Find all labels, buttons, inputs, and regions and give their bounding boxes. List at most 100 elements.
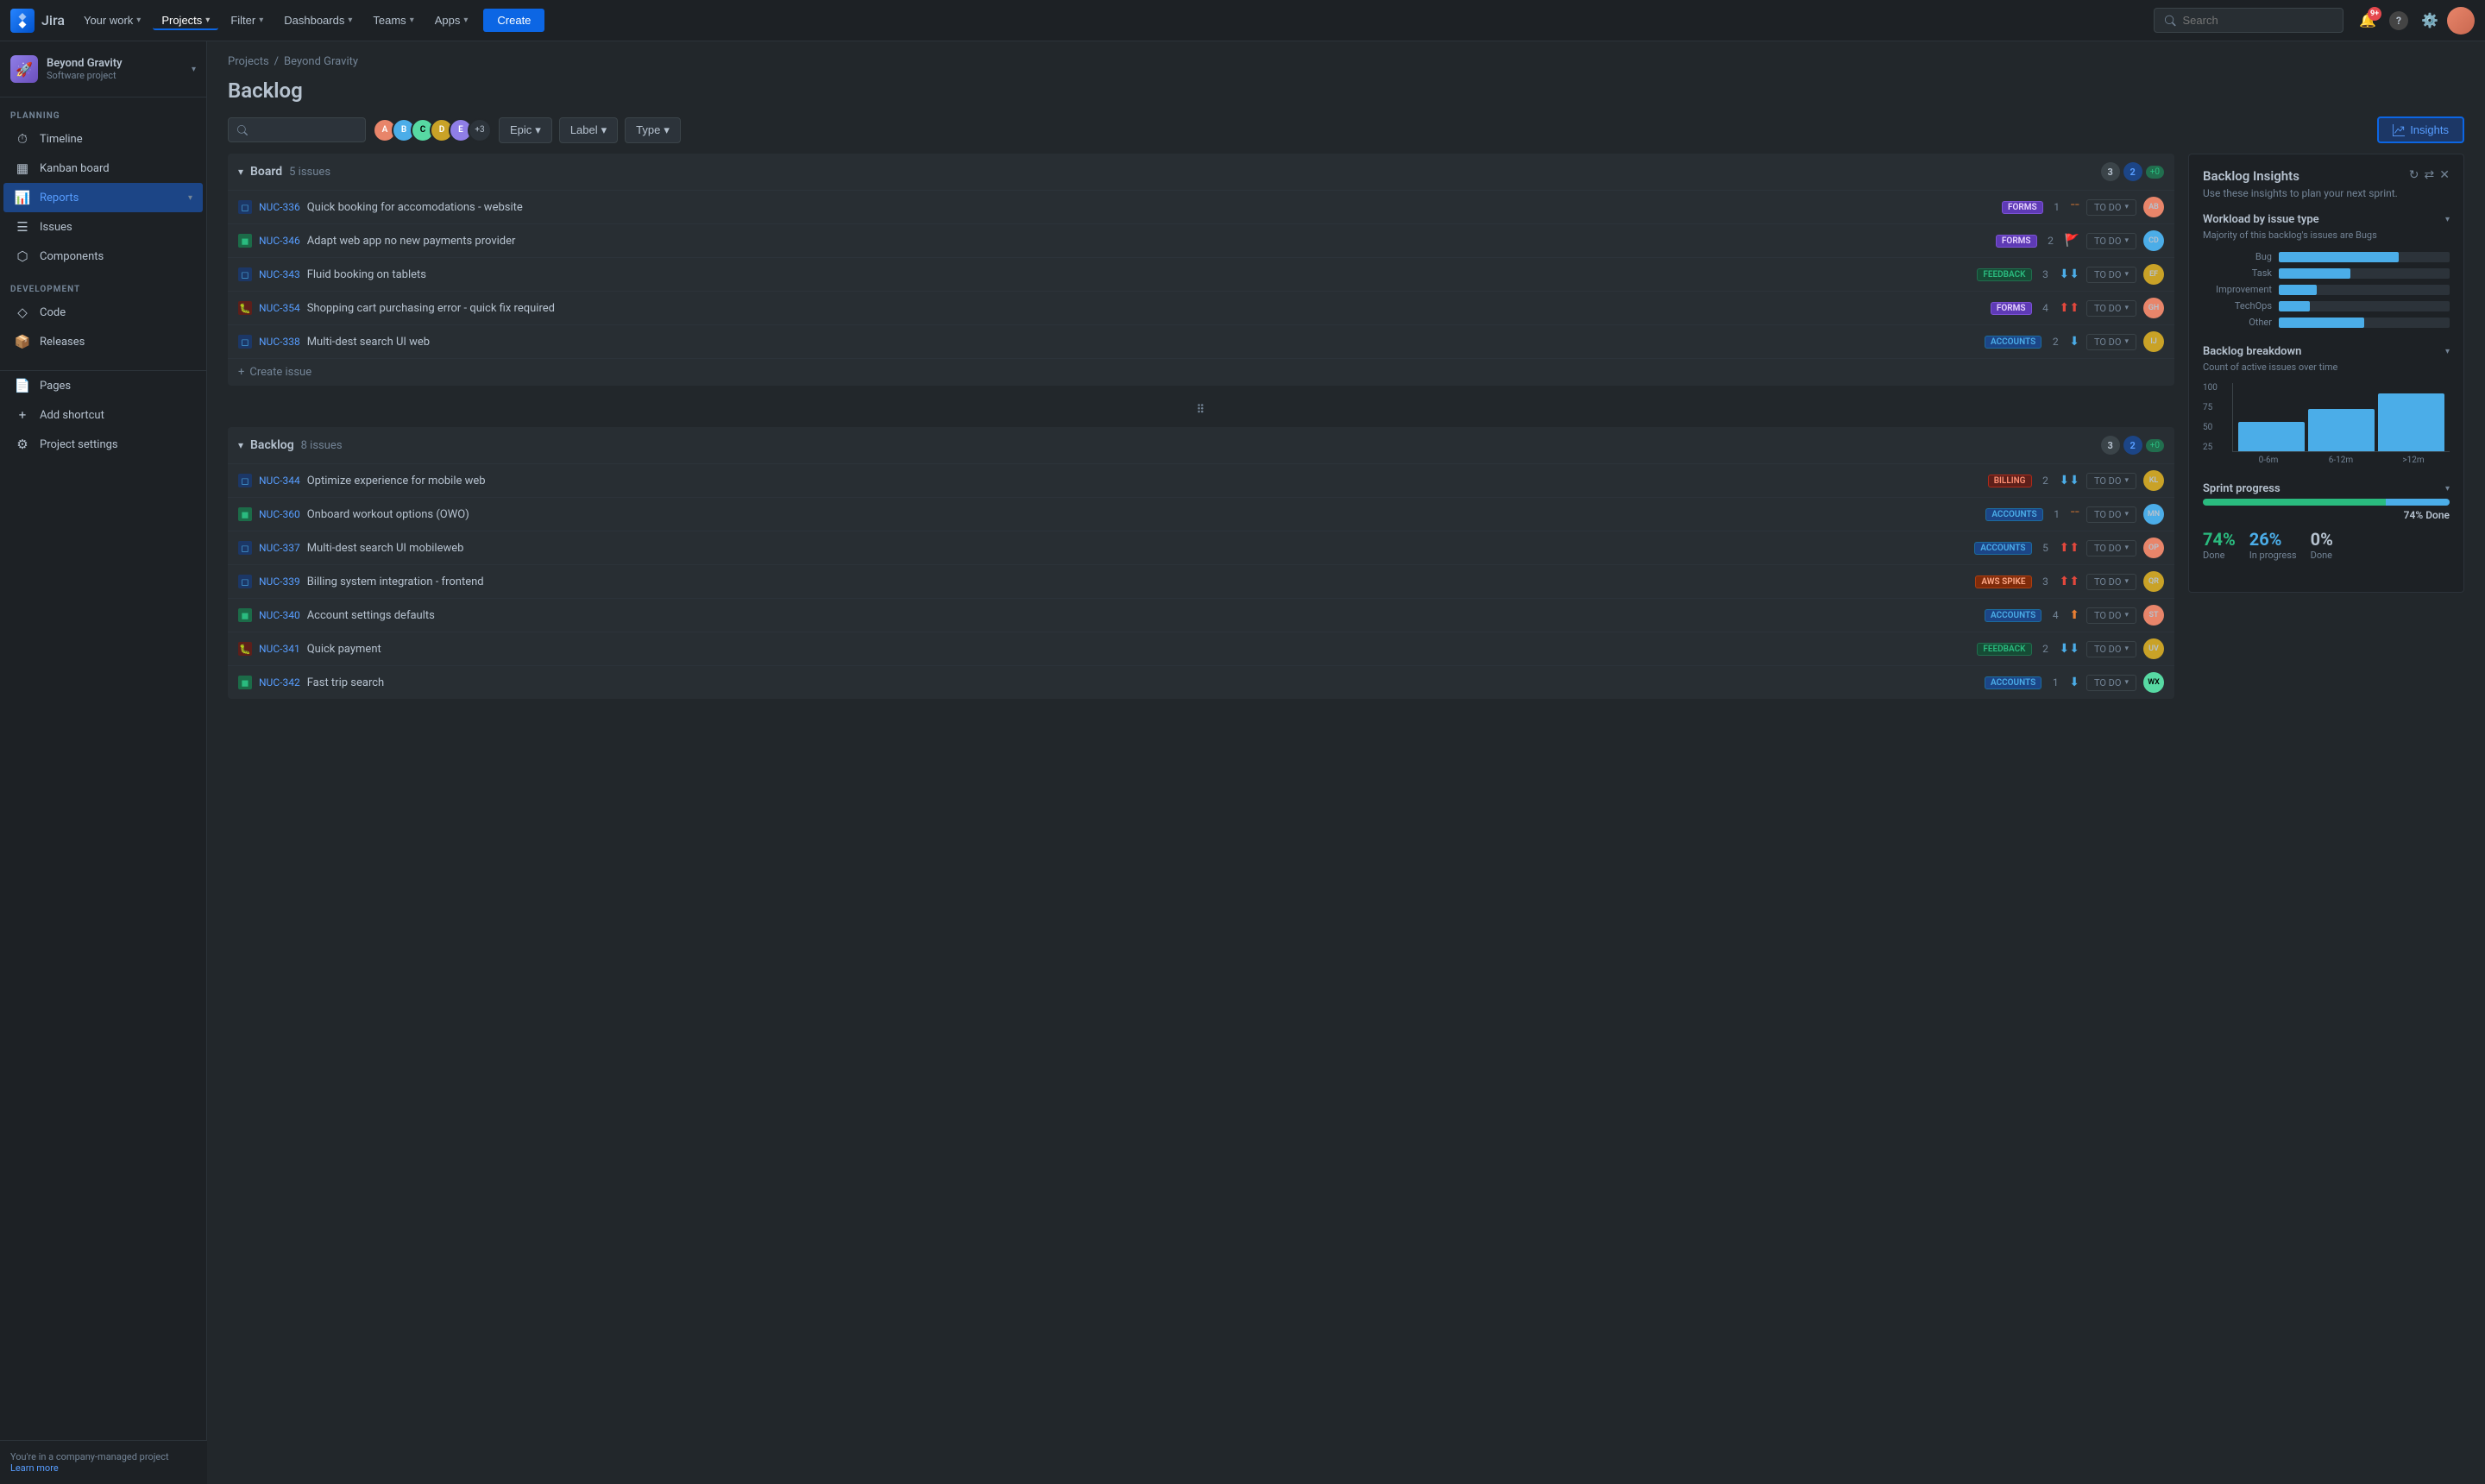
issue-title-354: Shopping cart purchasing error - quick f… [307, 302, 1984, 315]
insights-close-icon[interactable]: ✕ [2439, 168, 2450, 182]
status-336[interactable]: TO DO ▾ [2086, 199, 2136, 216]
apps-menu[interactable]: Apps ▾ [426, 10, 477, 30]
sidebar-item-components[interactable]: ⬡ Components [3, 242, 203, 271]
project-type: Software project [47, 70, 183, 81]
issue-label-344: BILLING [1988, 475, 2032, 487]
workload-bar-chart: Bug Task Improvement TechOps [2203, 251, 2450, 328]
issue-id-360[interactable]: NUC-360 [259, 508, 300, 520]
board-create-issue[interactable]: + Create issue [228, 358, 2174, 386]
issue-id-344[interactable]: NUC-344 [259, 475, 300, 487]
your-work-menu[interactable]: Your work ▾ [75, 10, 149, 30]
search-input[interactable] [2183, 14, 2332, 27]
project-settings-icon: ⚙ [14, 437, 31, 452]
sidebar-item-add-shortcut[interactable]: + Add shortcut [3, 400, 203, 430]
bar-row-other: Other [2203, 317, 2450, 328]
priority-medium-336: ⁻⁻ [2071, 200, 2079, 214]
dashboards-menu[interactable]: Dashboards ▾ [275, 10, 361, 30]
issue-row[interactable]: 🐛 NUC-341 Quick payment FEEDBACK 2 ⬇⬇ TO… [228, 632, 2174, 665]
issue-row[interactable]: ◻ NUC-339 Billing system integration - f… [228, 564, 2174, 598]
sidebar: 🚀 Beyond Gravity Software project ▾ PLAN… [0, 41, 207, 1484]
status-344[interactable]: TO DO ▾ [2086, 473, 2136, 489]
insights-refresh-icon[interactable]: ↻ [2409, 168, 2419, 182]
status-354[interactable]: TO DO ▾ [2086, 300, 2136, 317]
insights-subtitle: Use these insights to plan your next spr… [2203, 187, 2450, 199]
backlog-section-header[interactable]: ▾ Backlog 8 issues 3 2 +0 [228, 427, 2174, 463]
jira-logo-icon [10, 9, 35, 33]
status-342[interactable]: TO DO ▾ [2086, 675, 2136, 691]
type-filter[interactable]: Type ▾ [625, 117, 681, 143]
board-section-header[interactable]: ▾ Board 5 issues 3 2 +0 [228, 154, 2174, 190]
status-343[interactable]: TO DO ▾ [2086, 267, 2136, 283]
status-341[interactable]: TO DO ▾ [2086, 641, 2136, 657]
issue-row[interactable]: ◼ NUC-346 Adapt web app no new payments … [228, 223, 2174, 257]
insights-swap-icon[interactable]: ⇄ [2425, 168, 2435, 182]
notification-badge: 9+ [2368, 7, 2381, 21]
stat-remaining-label: Done [2311, 550, 2333, 561]
sidebar-item-project-settings[interactable]: ⚙ Project settings [3, 430, 203, 459]
avatar-more[interactable]: +3 [468, 118, 492, 142]
backlog-search-input[interactable] [255, 123, 356, 136]
issue-row[interactable]: ◻ NUC-338 Multi-dest search UI web ACCOU… [228, 324, 2174, 358]
status-346[interactable]: TO DO ▾ [2086, 233, 2136, 249]
avatar-341: UV [2143, 638, 2164, 659]
notifications-button[interactable]: 🔔 9+ [2354, 7, 2381, 35]
filter-menu[interactable]: Filter ▾ [222, 10, 272, 30]
sprint-progress-header[interactable]: Sprint progress ▾ [2203, 482, 2450, 495]
issue-id-343[interactable]: NUC-343 [259, 268, 300, 280]
create-button[interactable]: Create [483, 9, 544, 32]
issue-id-341[interactable]: NUC-341 [259, 643, 300, 655]
status-360[interactable]: TO DO ▾ [2086, 506, 2136, 523]
issue-row[interactable]: ◻ NUC-343 Fluid booking on tablets FEEDB… [228, 257, 2174, 291]
issue-id-336[interactable]: NUC-336 [259, 201, 300, 213]
sprint-progress-section: Sprint progress ▾ 74% Done 74% Done [2203, 482, 2450, 561]
issue-row[interactable]: ◼ NUC-340 Account settings defaults ACCO… [228, 598, 2174, 632]
user-avatar[interactable] [2447, 7, 2475, 35]
issue-row[interactable]: ◻ NUC-344 Optimize experience for mobile… [228, 463, 2174, 497]
issue-title-344: Optimize experience for mobile web [307, 475, 1981, 487]
backlog-search[interactable] [228, 117, 366, 142]
status-339[interactable]: TO DO ▾ [2086, 574, 2136, 590]
issue-id-342[interactable]: NUC-342 [259, 676, 300, 689]
issue-row[interactable]: ◼ NUC-360 Onboard workout options (OWO) … [228, 497, 2174, 531]
status-340[interactable]: TO DO ▾ [2086, 607, 2136, 624]
progress-inprogress-fill [2386, 499, 2450, 506]
issue-row[interactable]: 🐛 NUC-354 Shopping cart purchasing error… [228, 291, 2174, 324]
issue-type-bug: 🐛 [238, 642, 252, 656]
sidebar-item-reports[interactable]: 📊 Reports ▾ [3, 183, 203, 212]
sidebar-item-code[interactable]: ◇ Code [3, 298, 203, 327]
breakdown-header[interactable]: Backlog breakdown ▾ [2203, 345, 2450, 358]
issue-id-337[interactable]: NUC-337 [259, 542, 300, 554]
sidebar-item-kanban[interactable]: ▦ Kanban board [3, 154, 203, 183]
status-338[interactable]: TO DO ▾ [2086, 334, 2136, 350]
sidebar-item-kanban-label: Kanban board [40, 162, 110, 175]
epic-filter[interactable]: Epic ▾ [499, 117, 552, 143]
sidebar-item-timeline[interactable]: ⏱ Timeline [3, 124, 203, 154]
issue-row[interactable]: ◼ NUC-342 Fast trip search ACCOUNTS 1 ⬇ … [228, 665, 2174, 699]
backlog-section-chevron: ▾ [238, 439, 243, 451]
issue-row[interactable]: ◻ NUC-337 Multi-dest search UI mobileweb… [228, 531, 2174, 564]
board-badge-2: 2 [2123, 162, 2142, 181]
section-divider[interactable] [228, 396, 2174, 427]
projects-menu[interactable]: Projects ▾ [153, 10, 218, 30]
issue-id-339[interactable]: NUC-339 [259, 575, 300, 588]
breadcrumb-project[interactable]: Beyond Gravity [284, 55, 358, 68]
workload-header[interactable]: Workload by issue type ▾ [2203, 213, 2450, 226]
help-button[interactable]: ? [2385, 7, 2413, 35]
issue-id-340[interactable]: NUC-340 [259, 609, 300, 621]
sidebar-item-pages[interactable]: 📄 Pages [3, 371, 203, 400]
breadcrumb-projects[interactable]: Projects [228, 55, 269, 68]
label-filter[interactable]: Label ▾ [559, 117, 618, 143]
sidebar-item-releases[interactable]: 📦 Releases [3, 327, 203, 356]
issue-row[interactable]: ◻ NUC-336 Quick booking for accomodation… [228, 190, 2174, 223]
issue-id-354[interactable]: NUC-354 [259, 302, 300, 314]
insights-button[interactable]: Insights [2377, 116, 2464, 143]
sidebar-item-issues[interactable]: ☰ Issues [3, 212, 203, 242]
issue-id-338[interactable]: NUC-338 [259, 336, 300, 348]
teams-menu[interactable]: Teams ▾ [364, 10, 422, 30]
issue-label-340: ACCOUNTS [1985, 609, 2041, 622]
settings-button[interactable]: ⚙️ [2416, 7, 2444, 35]
search-box[interactable] [2154, 8, 2343, 33]
learn-more-link[interactable]: Learn more [10, 1462, 197, 1474]
status-337[interactable]: TO DO ▾ [2086, 540, 2136, 556]
issue-id-346[interactable]: NUC-346 [259, 235, 300, 247]
